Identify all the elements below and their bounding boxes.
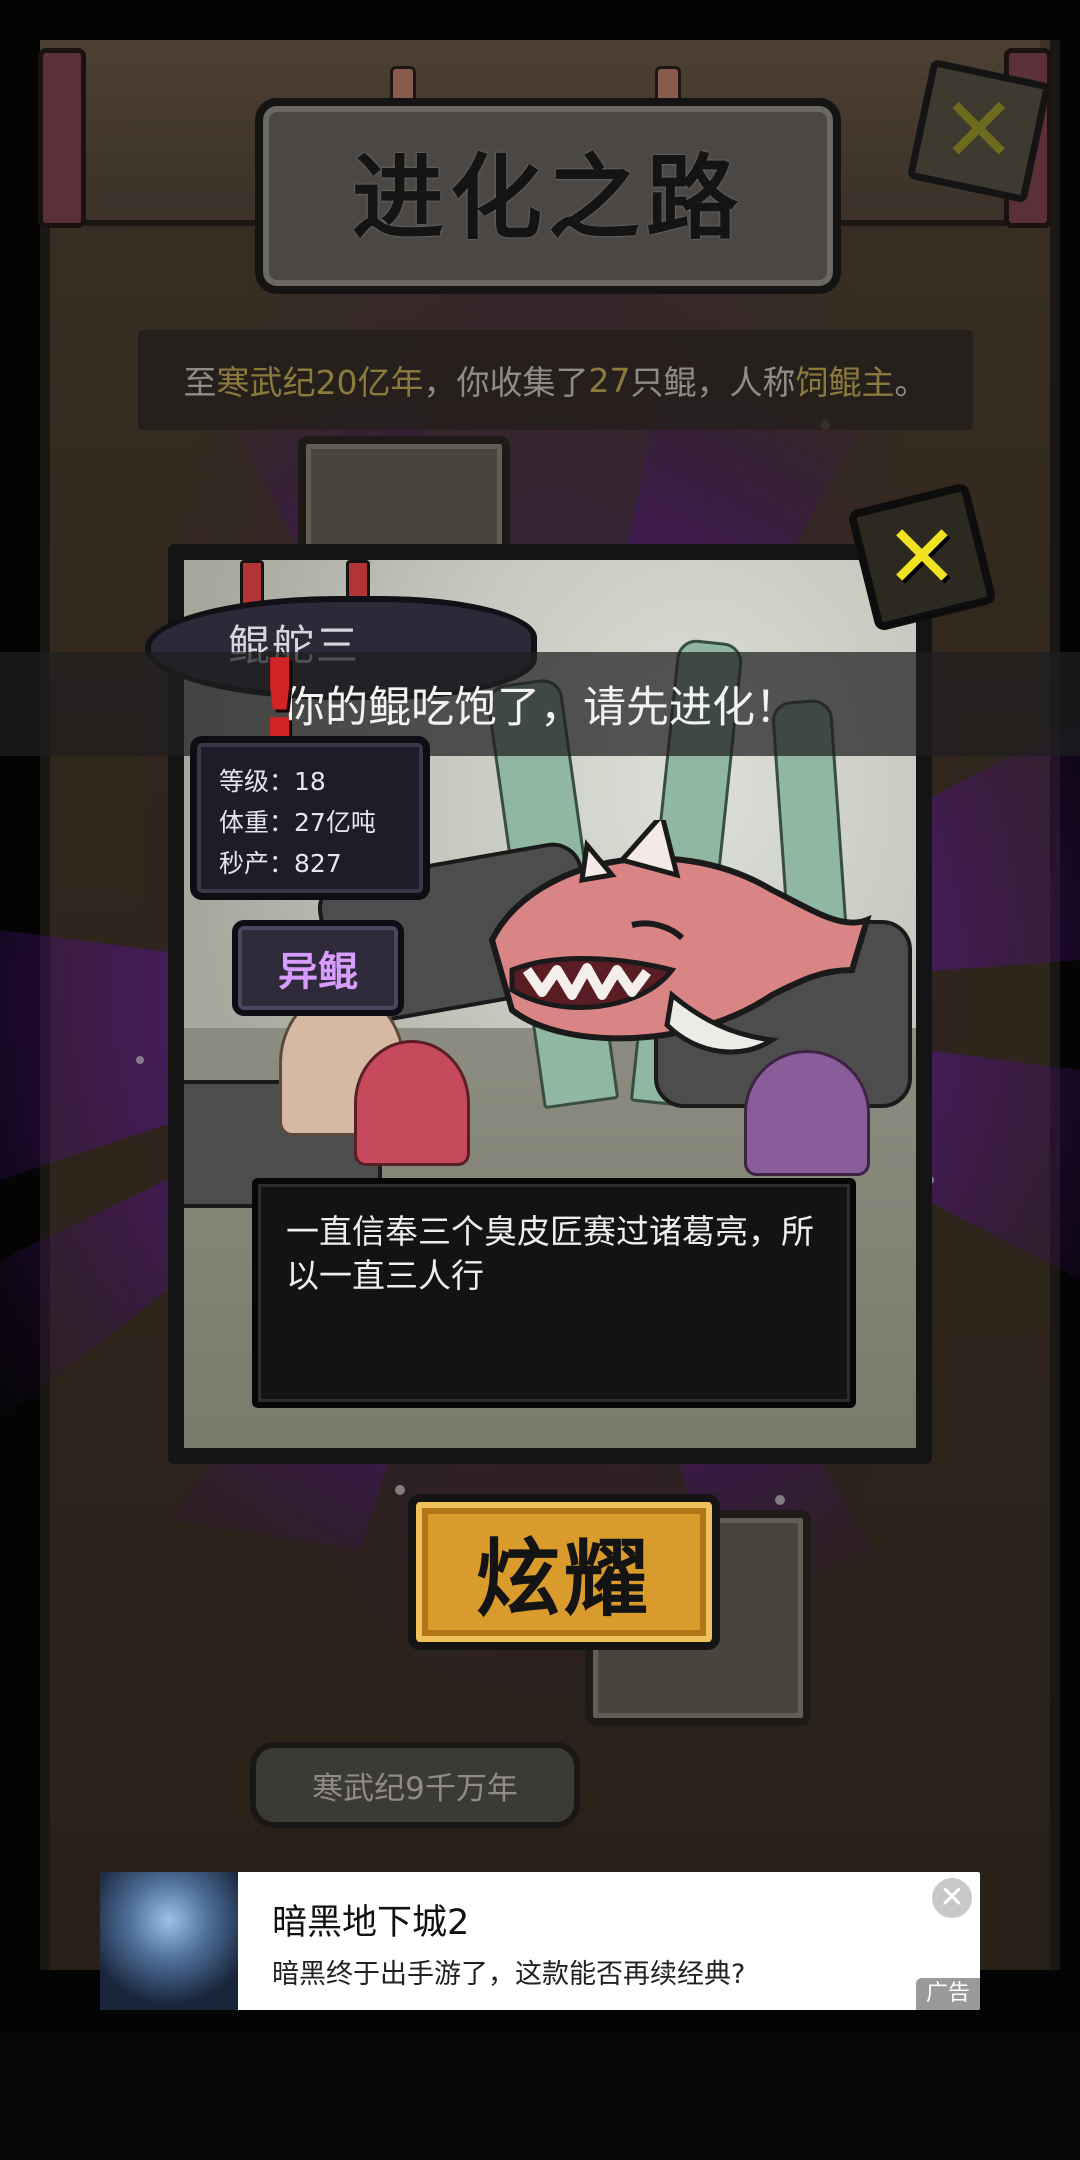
- summary-era: 寒武纪20亿年: [216, 363, 424, 402]
- stat-per-second: 秒产：827: [219, 843, 423, 884]
- summary-middle2: 只鲲，人称: [630, 363, 796, 402]
- ad-subtitle[interactable]: 暗黑终于出手游了，这款能否再续经典?: [272, 1952, 745, 1991]
- ad-close-button[interactable]: ✕: [932, 1878, 972, 1918]
- summary-nickname: 饲鲲主: [795, 363, 895, 402]
- stat-weight: 体重：27亿吨: [219, 802, 423, 843]
- shark-creature-image: [488, 820, 872, 1055]
- stat-value: 27亿吨: [294, 808, 376, 837]
- summary-prefix: 至: [183, 363, 217, 402]
- stat-value: 827: [294, 849, 342, 878]
- era-badge: 寒武纪9千万年: [250, 1742, 580, 1828]
- stat-label: 体重：: [219, 808, 295, 837]
- summary-suffix: 。: [894, 363, 928, 402]
- creature-type-tag: 异鲲: [232, 920, 404, 1016]
- page-title: 进化之路: [351, 144, 744, 252]
- stat-value: 18: [294, 767, 326, 796]
- summary-middle: ，你收集了: [423, 363, 589, 402]
- creature-description: 一直信奉三个臭皮匠赛过诸葛亮，所以一直三人行: [252, 1178, 856, 1408]
- stat-label: 秒产：: [219, 849, 295, 878]
- stat-level: 等级：18: [219, 761, 423, 802]
- ad-banner[interactable]: 暗黑地下城2 暗黑终于出手游了，这款能否再续经典? ✕ 广告: [100, 1872, 980, 2010]
- collection-summary: 至寒武纪20亿年 ，你收集了 27 只鲲，人称 饲鲲主。: [138, 330, 973, 430]
- summary-count: 27: [588, 360, 631, 400]
- toast-message: 你的鲲吃饱了，请先进化！: [0, 652, 1080, 756]
- stats-panel: 等级：18 体重：27亿吨 秒产：827: [190, 736, 430, 900]
- page-close-button[interactable]: ✕: [906, 58, 1052, 204]
- toast-text: 你的鲲吃饱了，请先进化！: [282, 683, 798, 733]
- ad-thumbnail-image[interactable]: [100, 1872, 238, 2010]
- scroll-rod-end-left: [38, 48, 86, 228]
- share-button[interactable]: 炫耀: [408, 1494, 720, 1650]
- ad-title[interactable]: 暗黑地下城2: [272, 1894, 469, 1945]
- close-x-icon: ✕: [885, 505, 959, 609]
- close-x-icon: ✕: [941, 77, 1017, 183]
- coral: [354, 1040, 470, 1166]
- stat-label: 等级：: [219, 767, 295, 796]
- ad-label: 广告: [915, 1978, 980, 2010]
